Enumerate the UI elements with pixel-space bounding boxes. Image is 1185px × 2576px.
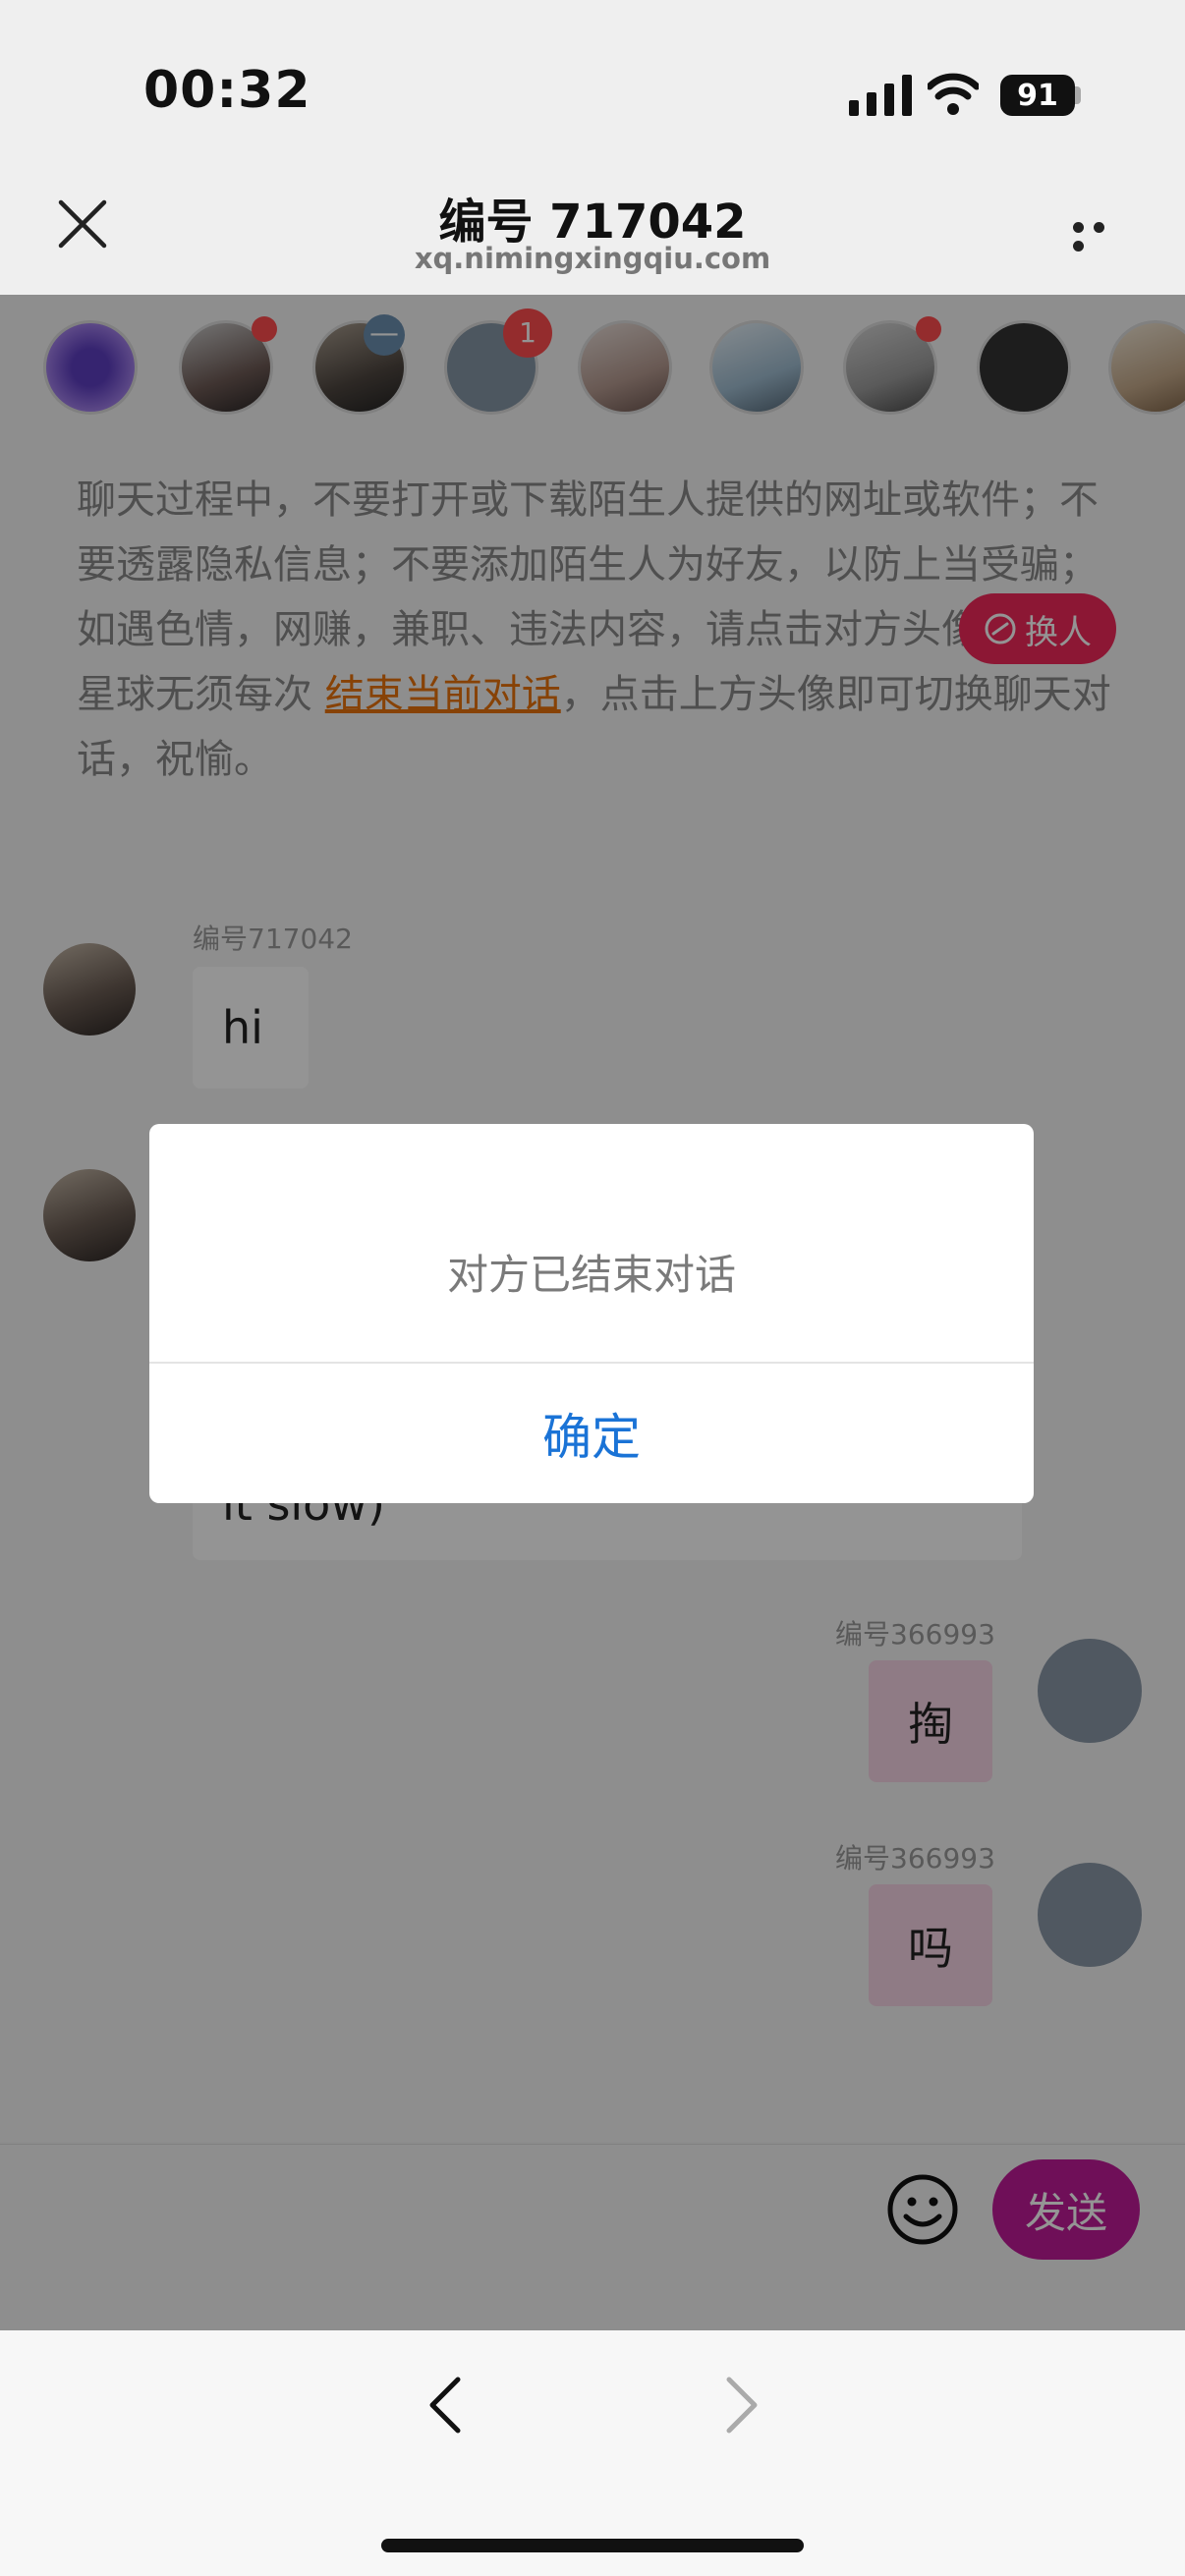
- page-url: xq.nimingxingqiu.com: [414, 242, 771, 275]
- back-icon[interactable]: [421, 2374, 470, 2436]
- wifi-icon: [928, 73, 979, 115]
- forward-icon[interactable]: [717, 2374, 766, 2436]
- status-time: 00:32: [143, 61, 311, 120]
- confirm-button[interactable]: 确定: [149, 1364, 1034, 1503]
- cellular-signal-icon: [849, 75, 912, 116]
- home-indicator: [381, 2539, 804, 2552]
- more-options-icon[interactable]: [1073, 218, 1132, 252]
- battery-nub: [1075, 86, 1081, 104]
- dialog-message: 对方已结束对话: [446, 1251, 736, 1299]
- battery-icon: 91: [1000, 75, 1075, 116]
- alert-dialog: 对方已结束对话 确定: [149, 1124, 1034, 1503]
